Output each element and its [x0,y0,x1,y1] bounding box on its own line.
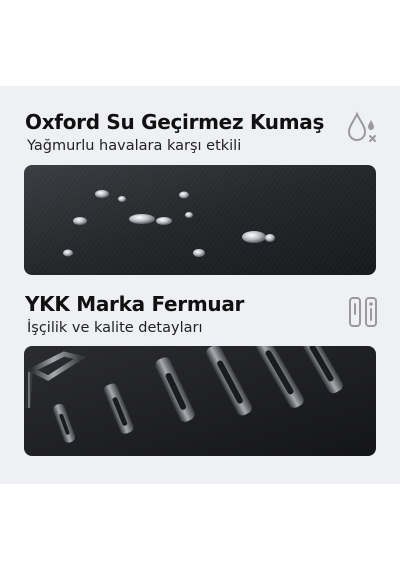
zipper-pulls-photo [24,346,376,456]
feature-panel: Oxford Su Geçirmez Kumaş Yağmurlu havala… [0,86,400,484]
zipper-icon [346,296,380,335]
fabric-title: Oxford Su Geçirmez Kumaş [25,110,325,134]
water-drops-icon [344,111,380,152]
zipper-subtitle: İşçilik ve kalite detayları [27,320,203,336]
fabric-subtitle: Yağmurlu havalara karşı etkili [27,138,242,154]
zipper-title: YKK Marka Fermuar [25,292,245,316]
waterproof-fabric-photo [24,165,376,275]
